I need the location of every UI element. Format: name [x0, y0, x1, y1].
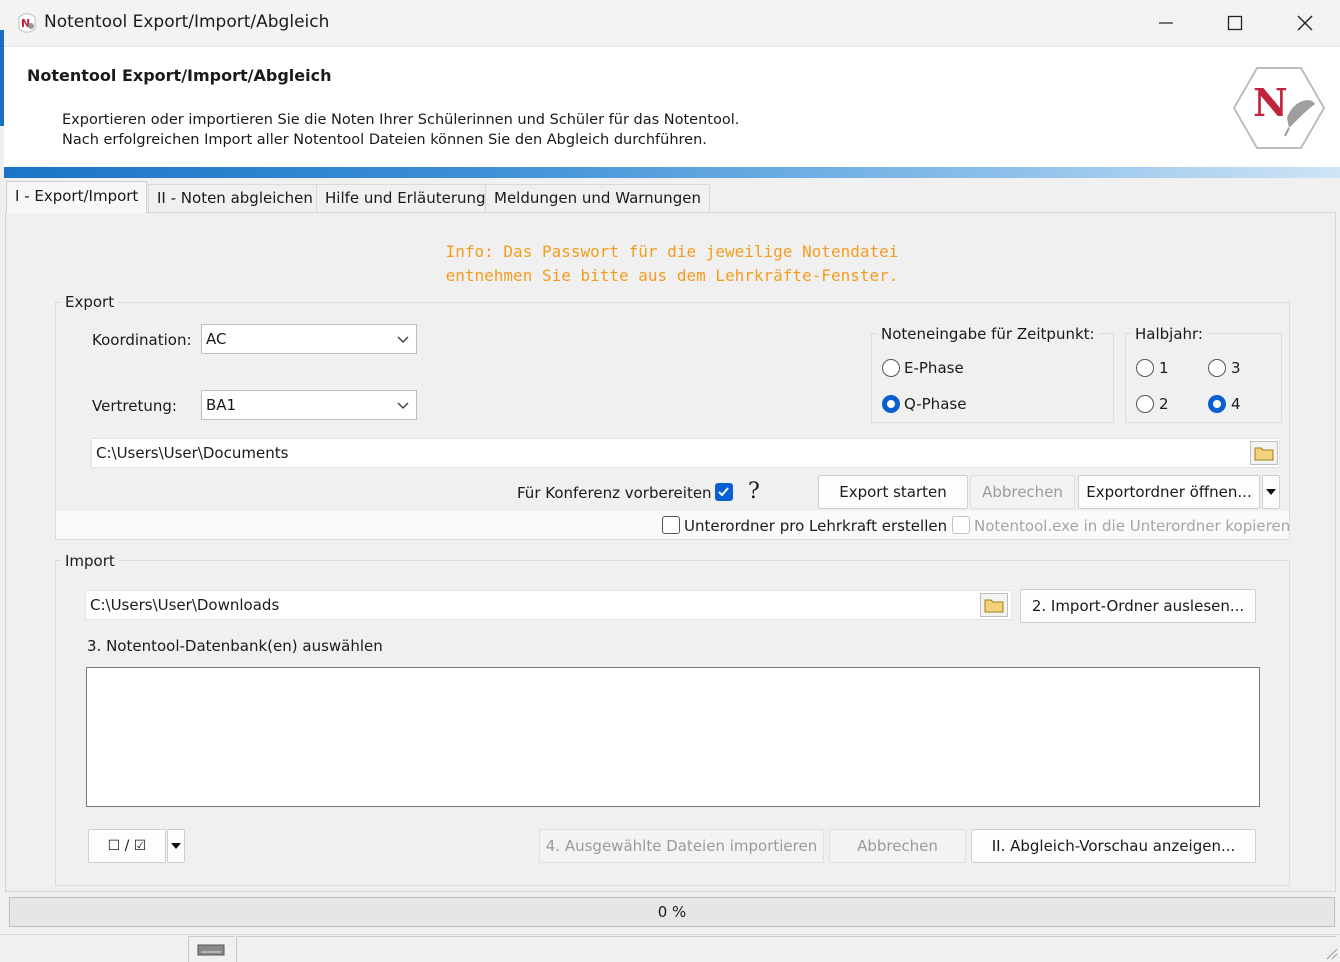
help-question-icon[interactable]: ? — [748, 478, 770, 506]
progress-bar: 0 % — [9, 897, 1335, 927]
import-path-input[interactable]: C:\Users\User\Downloads — [85, 590, 1012, 620]
checkmark-icon — [718, 487, 729, 497]
kopieren-checkbox[interactable] — [952, 516, 970, 534]
koordination-value: AC — [206, 330, 227, 348]
import-group-label: Import — [61, 552, 119, 570]
koordination-select[interactable]: AC — [201, 324, 417, 354]
halbjahr-label: Halbjahr: — [1131, 325, 1207, 343]
konferenz-label: Für Konferenz vorbereiten — [517, 484, 712, 502]
keyboard-icon — [197, 944, 225, 956]
minimize-button[interactable] — [1131, 0, 1201, 46]
q-phase-radio[interactable] — [882, 395, 900, 413]
export-group-label: Export — [61, 293, 119, 311]
select-toggle-dropdown-button[interactable] — [167, 829, 185, 863]
status-pane-main — [236, 936, 1336, 962]
status-pane-keyboard — [188, 936, 234, 962]
tab-noten-abgleichen[interactable]: II - Noten abgleichen — [148, 184, 322, 212]
chevron-down-icon — [397, 336, 409, 343]
halbjahr-2-label: 2 — [1159, 395, 1169, 413]
konferenz-checkbox[interactable] — [715, 483, 733, 501]
caret-down-icon — [1266, 489, 1276, 495]
halbjahr-1-radio[interactable] — [1136, 359, 1154, 377]
read-import-folder-button[interactable]: 2. Import-Ordner auslesen... — [1020, 589, 1256, 623]
unterordner-label: Unterordner pro Lehrkraft erstellen — [684, 517, 948, 535]
import-cancel-button[interactable]: Abbrechen — [829, 829, 966, 863]
close-icon — [1297, 15, 1313, 31]
notentool-logo-icon: N — [1232, 67, 1326, 149]
folder-icon — [1254, 447, 1274, 461]
unterordner-checkbox[interactable] — [662, 516, 680, 534]
vertretung-label: Vertretung: — [92, 397, 177, 415]
logo-letter: N — [1253, 80, 1288, 125]
tab-hilfe[interactable]: Hilfe und Erläuterung — [316, 184, 495, 212]
export-folder-button[interactable] — [1250, 441, 1278, 465]
minimize-icon — [1159, 22, 1173, 24]
import-selected-button[interactable]: 4. Ausgewählte Dateien importieren — [539, 829, 824, 863]
header-title: Notentool Export/Import/Abgleich — [27, 66, 332, 85]
chevron-down-icon — [397, 402, 409, 409]
export-start-button[interactable]: Export starten — [818, 475, 968, 509]
open-export-folder-button[interactable]: Exportordner öffnen... — [1078, 475, 1260, 509]
abgleich-preview-button[interactable]: II. Abgleich-Vorschau anzeigen... — [971, 829, 1256, 863]
halbjahr-4-radio[interactable] — [1208, 395, 1226, 413]
tab-meldungen[interactable]: Meldungen und Warnungen — [485, 184, 710, 212]
database-list[interactable] — [86, 667, 1260, 807]
export-path-input[interactable]: C:\Users\User\Documents — [91, 438, 1280, 468]
kopieren-label: Notentool.exe in die Unterordner kopiere… — [974, 517, 1291, 535]
zeitpunkt-label: Noteneingabe für Zeitpunkt: — [877, 325, 1099, 343]
info-line-1: Info: Das Passwort für die jeweilige Not… — [445, 242, 899, 261]
open-folder-dropdown-button[interactable] — [1262, 475, 1280, 509]
halbjahr-3-label: 3 — [1231, 359, 1241, 377]
maximize-icon — [1227, 15, 1243, 31]
export-cancel-button[interactable]: Abbrechen — [970, 475, 1075, 509]
resize-grip-icon[interactable] — [1322, 944, 1338, 960]
e-phase-label: E-Phase — [904, 359, 964, 377]
database-select-label: 3. Notentool-Datenbank(en) auswählen — [87, 637, 383, 655]
tab-export-import[interactable]: I - Export/Import — [6, 181, 148, 213]
header-description-2: Nach erfolgreichen Import aller Notentoo… — [62, 132, 707, 148]
maximize-button[interactable] — [1200, 0, 1270, 46]
close-button[interactable] — [1270, 0, 1340, 46]
halbjahr-3-radio[interactable] — [1208, 359, 1226, 377]
e-phase-radio[interactable] — [882, 359, 900, 377]
info-line-2: entnehmen Sie bitte aus dem Lehrkräfte-F… — [445, 266, 899, 285]
import-folder-button[interactable] — [980, 593, 1008, 617]
header-accent-stripe — [4, 167, 1340, 178]
header-description-1: Exportieren oder importieren Sie die Not… — [62, 112, 740, 128]
progress-text: 0 % — [657, 903, 687, 921]
halbjahr-4-label: 4 — [1231, 395, 1241, 413]
koordination-label: Koordination: — [92, 331, 192, 349]
vertretung-select[interactable]: BA1 — [201, 390, 417, 420]
halbjahr-2-radio[interactable] — [1136, 395, 1154, 413]
info-message: Info: Das Passwort für die jeweilige Not… — [400, 240, 944, 288]
window-title: Notentool Export/Import/Abgleich — [44, 12, 330, 32]
halbjahr-1-label: 1 — [1159, 359, 1169, 377]
caret-down-icon — [171, 843, 181, 849]
app-icon: N — [18, 13, 36, 33]
folder-icon — [984, 599, 1004, 613]
vertretung-value: BA1 — [206, 396, 237, 414]
q-phase-label: Q-Phase — [904, 395, 967, 413]
select-toggle-button[interactable]: ☐ / ☑ — [88, 829, 166, 863]
